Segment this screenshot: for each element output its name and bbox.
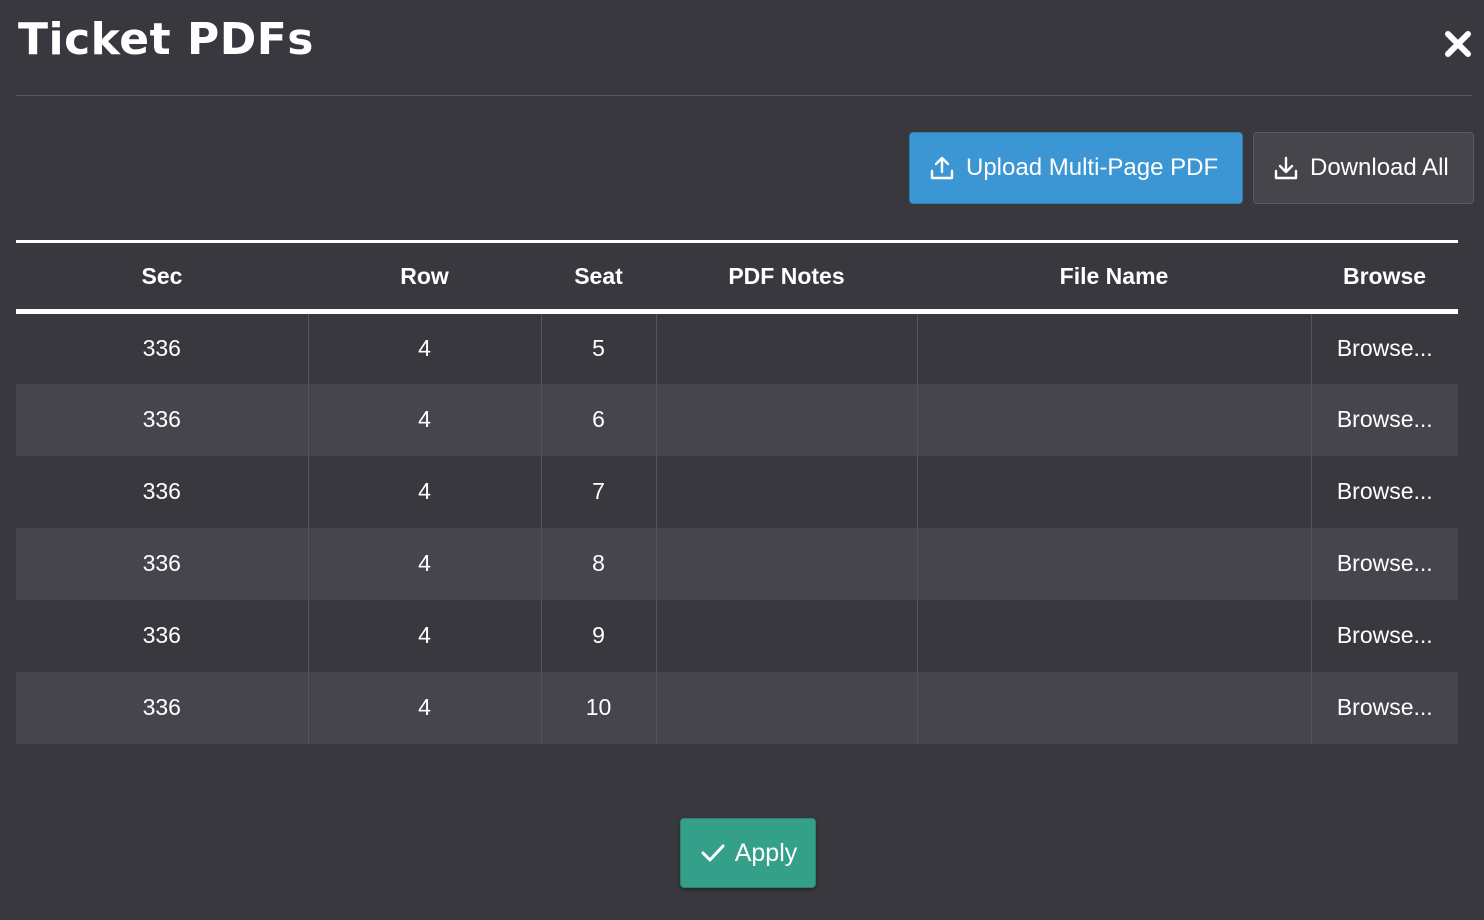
apply-button-label: Apply — [734, 838, 798, 867]
column-header-seat[interactable]: Seat — [541, 240, 656, 314]
browse-button[interactable]: Browse... — [1310, 671, 1458, 744]
cell-pdf-notes[interactable] — [655, 383, 917, 456]
toolbar: Upload Multi-Page PDF Download All — [909, 132, 1474, 204]
cell-seat: 8 — [540, 527, 656, 600]
cell-file-name — [916, 455, 1311, 528]
cell-pdf-notes[interactable] — [655, 527, 917, 600]
column-header-file-name[interactable]: File Name — [917, 240, 1311, 314]
cell-sec: 336 — [16, 455, 308, 528]
apply-button[interactable]: Apply — [680, 818, 816, 888]
cell-file-name — [916, 527, 1311, 600]
table-row: 336 4 9 Browse... — [16, 599, 1458, 672]
cell-file-name — [916, 671, 1311, 744]
upload-button-label: Upload Multi-Page PDF — [966, 154, 1219, 181]
check-icon — [701, 844, 725, 862]
upload-multi-page-pdf-button[interactable]: Upload Multi-Page PDF — [909, 132, 1243, 204]
cell-file-name — [916, 311, 1311, 384]
table-header-row: Sec Row Seat PDF Notes File Name Browse — [16, 240, 1458, 314]
cell-seat: 10 — [540, 671, 656, 744]
column-header-row[interactable]: Row — [308, 240, 541, 314]
table-row: 336 4 10 Browse... — [16, 671, 1458, 744]
modal-header: Ticket PDFs — [16, 0, 1484, 96]
cell-sec: 336 — [16, 599, 308, 672]
cell-seat: 6 — [540, 383, 656, 456]
download-icon — [1274, 156, 1298, 180]
cell-row: 4 — [307, 527, 541, 600]
cell-row: 4 — [307, 599, 541, 672]
cell-file-name — [916, 383, 1311, 456]
download-all-button[interactable]: Download All — [1253, 132, 1474, 204]
table-row: 336 4 8 Browse... — [16, 527, 1458, 600]
table-row: 336 4 5 Browse... — [16, 311, 1458, 384]
close-icon — [1445, 31, 1471, 57]
cell-pdf-notes[interactable] — [655, 455, 917, 528]
column-header-browse[interactable]: Browse — [1311, 240, 1458, 314]
cell-sec: 336 — [16, 311, 308, 384]
cell-sec: 336 — [16, 383, 308, 456]
browse-button[interactable]: Browse... — [1310, 527, 1458, 600]
cell-seat: 5 — [540, 311, 656, 384]
cell-pdf-notes[interactable] — [655, 671, 917, 744]
cell-row: 4 — [307, 455, 541, 528]
cell-pdf-notes[interactable] — [655, 311, 917, 384]
modal-title: Ticket PDFs — [18, 14, 314, 65]
download-button-label: Download All — [1310, 154, 1449, 181]
tickets-table: Sec Row Seat PDF Notes File Name Browse … — [16, 240, 1458, 744]
browse-button[interactable]: Browse... — [1310, 455, 1458, 528]
cell-sec: 336 — [16, 671, 308, 744]
table-row: 336 4 7 Browse... — [16, 455, 1458, 528]
browse-button[interactable]: Browse... — [1310, 599, 1458, 672]
browse-button[interactable]: Browse... — [1310, 383, 1458, 456]
cell-seat: 9 — [540, 599, 656, 672]
cell-row: 4 — [307, 671, 541, 744]
cell-row: 4 — [307, 383, 541, 456]
table-row: 336 4 6 Browse... — [16, 383, 1458, 456]
cell-sec: 336 — [16, 527, 308, 600]
close-button[interactable] — [1442, 28, 1474, 60]
cell-pdf-notes[interactable] — [655, 599, 917, 672]
column-header-pdf-notes[interactable]: PDF Notes — [656, 240, 917, 314]
modal-footer: Apply — [680, 818, 816, 888]
upload-icon — [930, 156, 954, 180]
cell-file-name — [916, 599, 1311, 672]
cell-row: 4 — [307, 311, 541, 384]
tickets-table-container: Sec Row Seat PDF Notes File Name Browse … — [16, 240, 1458, 744]
header-divider — [16, 95, 1472, 96]
column-header-sec[interactable]: Sec — [16, 240, 308, 314]
ticket-pdfs-modal: Ticket PDFs Upload Multi-Page PDF Downlo… — [0, 0, 1484, 920]
browse-button[interactable]: Browse... — [1310, 311, 1458, 384]
cell-seat: 7 — [540, 455, 656, 528]
